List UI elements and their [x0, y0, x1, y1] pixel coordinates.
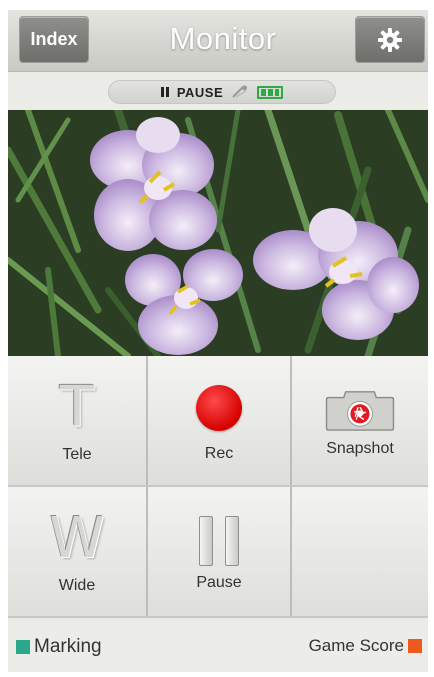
wide-icon: W — [49, 505, 105, 571]
wide-label: Wide — [58, 576, 96, 594]
battery-icon — [257, 85, 284, 99]
status-pill: PAUSE — [108, 80, 336, 104]
page-title: Monitor — [169, 21, 277, 56]
marking-color-swatch — [16, 640, 30, 654]
snapshot-button[interactable]: Snapshot — [292, 356, 428, 487]
tele-icon: T — [59, 374, 95, 440]
record-icon — [196, 384, 242, 431]
camera-icon — [325, 390, 395, 431]
status-bar: PAUSE — [8, 72, 428, 110]
wide-button[interactable]: W Wide — [8, 487, 148, 618]
camera-image — [8, 110, 428, 356]
bottom-bar: Marking Game Score — [8, 622, 428, 672]
index-button[interactable]: Index — [19, 16, 89, 63]
game-score-label: Game Score — [308, 636, 404, 655]
camera-preview — [8, 110, 428, 356]
settings-button[interactable] — [355, 16, 425, 63]
gear-icon — [378, 27, 402, 52]
app-screen: Index Monitor PAUSE T Tele Rec Snapshot … — [8, 10, 428, 672]
marking-button[interactable]: Marking — [16, 636, 102, 658]
pause-icon — [199, 515, 239, 566]
pause-icon — [160, 87, 169, 97]
tele-button[interactable]: T Tele — [8, 356, 148, 487]
pause-button[interactable]: Pause — [148, 487, 292, 618]
index-label: Index — [30, 29, 78, 49]
game-score-button[interactable]: Game Score — [309, 636, 422, 656]
control-panel: T Tele Rec Snapshot W Wide Pause — [8, 356, 428, 618]
rec-button[interactable]: Rec — [148, 356, 292, 487]
wireless-link-icon — [232, 85, 248, 98]
game-score-color-swatch — [408, 639, 422, 653]
snapshot-label: Snapshot — [326, 439, 394, 457]
tele-label: Tele — [62, 445, 92, 463]
rec-label: Rec — [204, 444, 234, 462]
pause-label: Pause — [196, 573, 242, 591]
status-text: PAUSE — [176, 84, 224, 100]
marking-label: Marking — [34, 636, 102, 657]
empty-cell — [292, 487, 428, 618]
header-bar: Index Monitor — [8, 10, 428, 72]
